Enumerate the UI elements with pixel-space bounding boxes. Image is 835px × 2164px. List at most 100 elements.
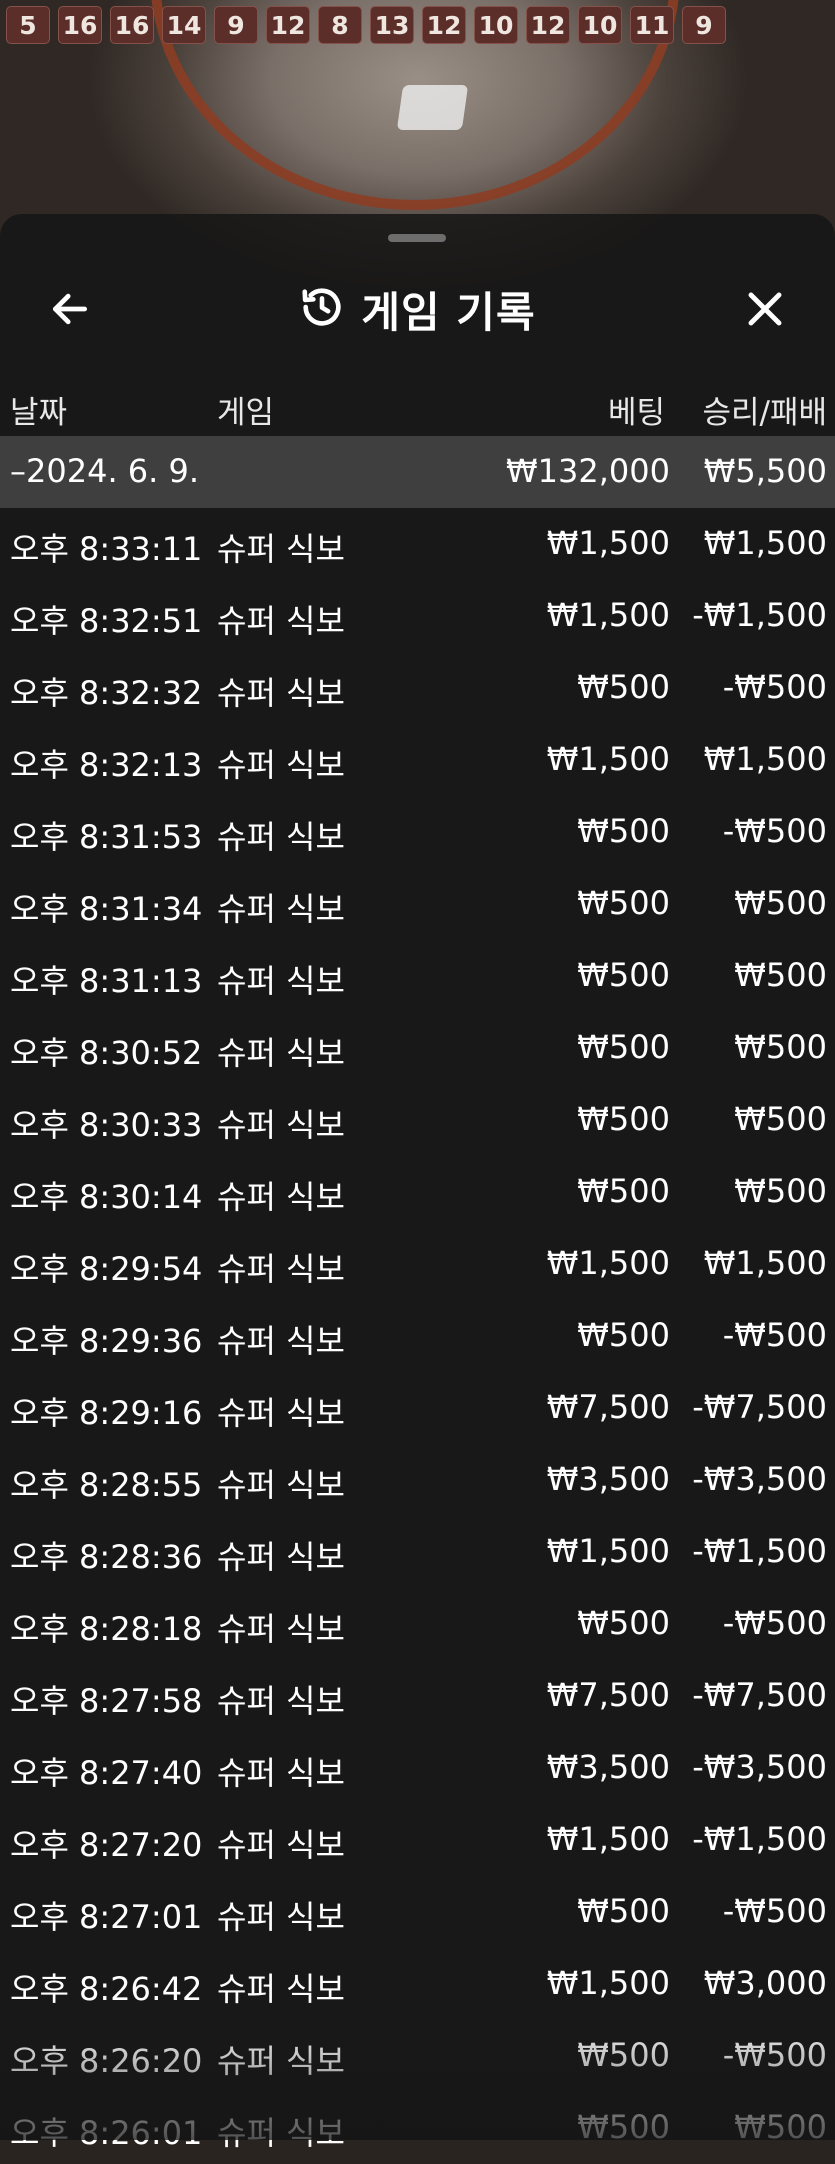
table-row[interactable]: 오후 8:29:54 슈퍼 식보 ₩1,500 ₩1,500: [0, 1228, 835, 1300]
results-road: 5 16 16 14 9 12 8 13 12 10 12 10 11 9: [0, 0, 732, 46]
table-row[interactable]: 오후 8:26:01 슈퍼 식보 ₩500 ₩500: [0, 2092, 835, 2164]
row-result: ₩1,500: [703, 740, 827, 778]
row-result: ₩500: [734, 956, 827, 994]
table-row[interactable]: 오후 8:27:58 슈퍼 식보 ₩7,500 -₩7,500: [0, 1660, 835, 1732]
table-row[interactable]: 오후 8:29:16 슈퍼 식보 ₩7,500 -₩7,500: [0, 1372, 835, 1444]
back-button[interactable]: [45, 284, 95, 334]
row-game: 슈퍼 식보: [217, 602, 345, 640]
row-game: 슈퍼 식보: [217, 2042, 345, 2080]
row-result: ₩3,000: [703, 1964, 827, 2002]
row-time: 오후 8:30:52: [10, 1034, 203, 1072]
table-row[interactable]: 오후 8:26:20 슈퍼 식보 ₩500 -₩500: [0, 2020, 835, 2092]
row-time: 오후 8:33:11: [10, 530, 203, 568]
row-result: -₩7,500: [692, 1388, 827, 1426]
table-row[interactable]: 오후 8:32:32 슈퍼 식보 ₩500 -₩500: [0, 652, 835, 724]
row-result: ₩500: [734, 1100, 827, 1138]
row-time: 오후 8:29:54: [10, 1250, 203, 1288]
row-time: 오후 8:32:51: [10, 602, 203, 640]
drag-handle[interactable]: [388, 234, 446, 242]
table-row[interactable]: 오후 8:30:52 슈퍼 식보 ₩500 ₩500: [0, 1012, 835, 1084]
row-game: 슈퍼 식보: [217, 1394, 345, 1432]
table-header: 날짜 게임 베팅 승리/패배: [0, 369, 835, 435]
bowl-glare: [396, 85, 469, 130]
row-bet: ₩500: [577, 1028, 670, 1066]
row-game: 슈퍼 식보: [217, 1106, 345, 1144]
row-time: 오후 8:31:34: [10, 890, 203, 928]
row-result: ₩1,500: [703, 1244, 827, 1282]
row-bet: ₩1,500: [546, 1964, 670, 2002]
row-bet: ₩1,500: [546, 1244, 670, 1282]
row-time: 오후 8:28:36: [10, 1538, 203, 1576]
row-time: 오후 8:32:13: [10, 746, 203, 784]
row-game: 슈퍼 식보: [217, 1682, 345, 1720]
row-bet: ₩500: [577, 668, 670, 706]
row-time: 오후 8:32:32: [10, 674, 203, 712]
table-row[interactable]: 오후 8:31:34 슈퍼 식보 ₩500 ₩500: [0, 868, 835, 940]
road-cell: 12: [266, 6, 310, 44]
history-table: –2024. 6. 9. ₩132,000 ₩5,500 오후 8:33:11 슈…: [0, 436, 835, 2164]
row-bet: ₩500: [577, 812, 670, 850]
row-game: 슈퍼 식보: [217, 1754, 345, 1792]
row-bet: ₩500: [577, 884, 670, 922]
row-game: 슈퍼 식보: [217, 1970, 345, 2008]
road-cell: 10: [474, 6, 518, 44]
summary-bet: ₩132,000: [506, 452, 670, 490]
row-result: ₩500: [734, 2108, 827, 2146]
row-game: 슈퍼 식보: [217, 1034, 345, 1072]
table-row[interactable]: 오후 8:33:11 슈퍼 식보 ₩1,500 ₩1,500: [0, 508, 835, 580]
road-cell: 13: [370, 6, 414, 44]
table-row[interactable]: 오후 8:26:42 슈퍼 식보 ₩1,500 ₩3,000: [0, 1948, 835, 2020]
row-time: 오후 8:31:13: [10, 962, 203, 1000]
row-time: 오후 8:29:36: [10, 1322, 203, 1360]
table-row[interactable]: 오후 8:32:51 슈퍼 식보 ₩1,500 -₩1,500: [0, 580, 835, 652]
row-game: 슈퍼 식보: [217, 746, 345, 784]
table-row[interactable]: 오후 8:28:18 슈퍼 식보 ₩500 -₩500: [0, 1588, 835, 1660]
table-row[interactable]: 오후 8:29:36 슈퍼 식보 ₩500 -₩500: [0, 1300, 835, 1372]
table-row[interactable]: 오후 8:32:13 슈퍼 식보 ₩1,500 ₩1,500: [0, 724, 835, 796]
table-row[interactable]: 오후 8:27:01 슈퍼 식보 ₩500 -₩500: [0, 1876, 835, 1948]
row-result: -₩500: [722, 2036, 827, 2074]
summary-result: ₩5,500: [703, 452, 827, 490]
row-game: 슈퍼 식보: [217, 1538, 345, 1576]
row-game: 슈퍼 식보: [217, 1250, 345, 1288]
date-summary-row[interactable]: –2024. 6. 9. ₩132,000 ₩5,500: [0, 436, 835, 508]
row-time: 오후 8:31:53: [10, 818, 203, 856]
row-time: 오후 8:30:33: [10, 1106, 203, 1144]
road-cell: 16: [58, 6, 102, 44]
table-row[interactable]: 오후 8:28:36 슈퍼 식보 ₩1,500 -₩1,500: [0, 1516, 835, 1588]
table-row[interactable]: 오후 8:31:53 슈퍼 식보 ₩500 -₩500: [0, 796, 835, 868]
row-bet: ₩500: [577, 1172, 670, 1210]
game-history-panel: 게임 기록 날짜 게임 베팅 승리/패배 –2024. 6. 9. ₩132,0…: [0, 214, 835, 2152]
row-game: 슈퍼 식보: [217, 1826, 345, 1864]
row-time: 오후 8:27:20: [10, 1826, 203, 1864]
row-result: -₩500: [722, 812, 827, 850]
row-bet: ₩1,500: [546, 1820, 670, 1858]
row-result: -₩1,500: [692, 1820, 827, 1858]
row-time: 오후 8:27:01: [10, 1898, 203, 1936]
row-time: 오후 8:26:01: [10, 2114, 203, 2152]
row-result: -₩1,500: [692, 1532, 827, 1570]
row-result: -₩1,500: [692, 596, 827, 634]
table-row[interactable]: 오후 8:30:33 슈퍼 식보 ₩500 ₩500: [0, 1084, 835, 1156]
row-bet: ₩1,500: [546, 740, 670, 778]
summary-date: –2024. 6. 9.: [10, 452, 200, 490]
table-row[interactable]: 오후 8:28:55 슈퍼 식보 ₩3,500 -₩3,500: [0, 1444, 835, 1516]
table-row[interactable]: 오후 8:30:14 슈퍼 식보 ₩500 ₩500: [0, 1156, 835, 1228]
road-cell: 16: [110, 6, 154, 44]
close-button[interactable]: [740, 284, 790, 334]
arrow-left-icon: [52, 293, 88, 325]
table-row[interactable]: 오후 8:27:40 슈퍼 식보 ₩3,500 -₩3,500: [0, 1732, 835, 1804]
row-result: ₩500: [734, 884, 827, 922]
road-cell: 10: [578, 6, 622, 44]
row-game: 슈퍼 식보: [217, 1898, 345, 1936]
road-cell: 11: [630, 6, 674, 44]
row-result: ₩500: [734, 1172, 827, 1210]
row-game: 슈퍼 식보: [217, 1466, 345, 1504]
table-row[interactable]: 오후 8:31:13 슈퍼 식보 ₩500 ₩500: [0, 940, 835, 1012]
row-game: 슈퍼 식보: [217, 1178, 345, 1216]
row-bet: ₩500: [577, 1604, 670, 1642]
road-cell: 8: [318, 6, 362, 44]
row-bet: ₩500: [577, 2108, 670, 2146]
close-icon: [748, 292, 782, 326]
table-row[interactable]: 오후 8:27:20 슈퍼 식보 ₩1,500 -₩1,500: [0, 1804, 835, 1876]
